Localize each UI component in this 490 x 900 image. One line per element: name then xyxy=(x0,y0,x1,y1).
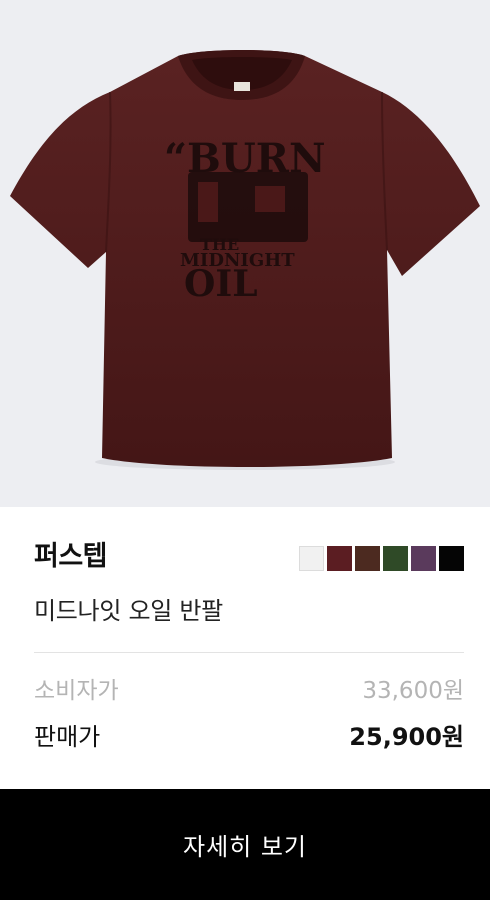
color-swatch-brown[interactable] xyxy=(355,546,380,571)
retail-price-label: 소비자가 xyxy=(34,678,119,704)
color-swatches xyxy=(299,546,464,571)
color-swatch-black[interactable] xyxy=(439,546,464,571)
svg-text:“BURN: “BURN xyxy=(164,135,326,182)
retail-price-row: 소비자가 33,600원 xyxy=(34,676,464,706)
brand-name: 퍼스텝 xyxy=(34,541,108,572)
retail-price-value: 33,600원 xyxy=(362,678,464,704)
view-details-button[interactable]: 자세히 보기 xyxy=(0,789,490,900)
svg-text:OIL: OIL xyxy=(184,263,258,305)
color-swatch-white[interactable] xyxy=(299,546,324,571)
color-swatch-maroon[interactable] xyxy=(327,546,352,571)
color-swatch-purple[interactable] xyxy=(411,546,436,571)
divider xyxy=(34,652,464,653)
product-image[interactable]: “BURN THE MIDNIGHT OIL xyxy=(0,0,490,507)
color-swatch-green[interactable] xyxy=(383,546,408,571)
product-card: “BURN THE MIDNIGHT OIL 퍼스텝 미드나잇 오일 반팔 소비… xyxy=(0,0,490,900)
sale-price-row: 판매가 25,900원 xyxy=(34,722,464,752)
sale-price-value: 25,900원 xyxy=(349,723,464,751)
shirt-tag xyxy=(234,82,250,91)
product-name: 미드나잇 오일 반팔 xyxy=(34,597,223,625)
sale-price-label: 판매가 xyxy=(34,723,101,751)
tshirt-illustration: “BURN THE MIDNIGHT OIL xyxy=(10,50,480,470)
